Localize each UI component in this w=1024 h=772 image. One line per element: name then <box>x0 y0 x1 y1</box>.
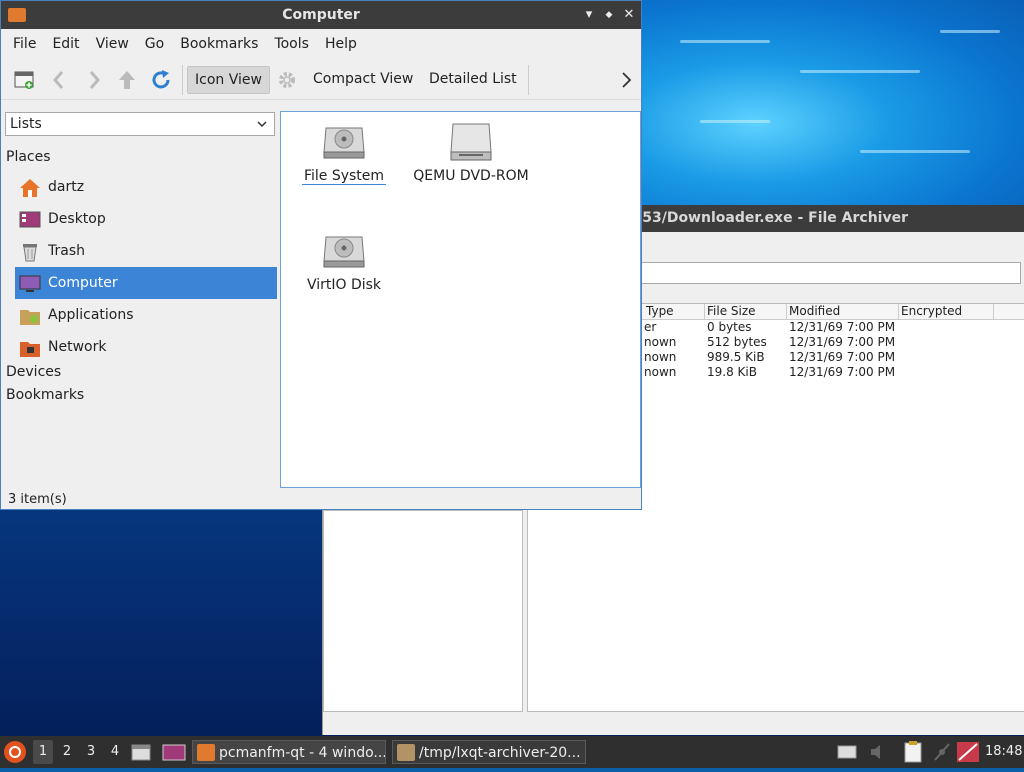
close-button[interactable]: ✕ <box>621 6 637 24</box>
item-label: File System <box>301 168 387 185</box>
harddisk-icon <box>284 231 404 275</box>
menu-tools[interactable]: Tools <box>266 36 317 52</box>
tray-app-icon[interactable] <box>956 740 980 764</box>
network-folder-icon <box>19 338 40 357</box>
detailed-list-button[interactable]: Detailed List <box>422 66 524 92</box>
compact-view-button[interactable]: Compact View <box>306 66 420 92</box>
harddisk-icon <box>284 122 404 166</box>
start-menu-button[interactable] <box>3 740 27 764</box>
task-pcmanfm[interactable]: pcmanfm-qt - 4 windo... <box>192 740 386 764</box>
forward-icon[interactable] <box>83 69 105 91</box>
column-type[interactable]: Type <box>644 304 705 319</box>
column-encrypted[interactable]: Encrypted <box>899 304 994 319</box>
menu-help[interactable]: Help <box>317 36 365 52</box>
toolbar-separator <box>182 65 183 95</box>
sidebar-item-trash[interactable]: Trash <box>15 235 277 267</box>
maximize-button[interactable]: ◆ <box>601 6 617 24</box>
network-status-icon[interactable] <box>932 740 952 764</box>
more-arrow-icon[interactable] <box>615 69 637 91</box>
reload-icon[interactable] <box>150 69 172 91</box>
workspace-4[interactable]: 4 <box>105 740 125 764</box>
home-folder-icon <box>19 178 40 197</box>
window-title: Computer <box>282 7 360 23</box>
clipboard-icon[interactable] <box>902 740 924 764</box>
taskbar: 1 2 3 4 pcmanfm-qt - 4 windo... /tmp/lxq… <box>0 736 1024 768</box>
clock[interactable]: 18:48 <box>985 740 1023 764</box>
item-file-system[interactable]: File System <box>284 122 404 185</box>
toolbar: Icon View Compact View Detailed List <box>1 59 641 100</box>
settings-gear-icon[interactable] <box>276 69 298 91</box>
sidebar-item-network[interactable]: Network <box>15 331 277 363</box>
up-icon[interactable] <box>116 69 138 91</box>
icon-view-button[interactable]: Icon View <box>187 66 270 94</box>
icon-view-area[interactable]: File System QEMU DVD-ROM VirtIO Disk <box>280 111 641 488</box>
task-archiver[interactable]: /tmp/lxqt-archiver-20... <box>392 740 586 764</box>
sidebar-mode-select[interactable]: Lists <box>5 112 275 136</box>
sidebar-item-applications[interactable]: Applications <box>15 299 277 331</box>
show-desktop-icon[interactable] <box>162 740 186 764</box>
devices-heading[interactable]: Devices <box>6 364 61 380</box>
archiver-location-input[interactable] <box>641 262 1021 284</box>
workspace-1[interactable]: 1 <box>33 740 53 764</box>
toolbar-separator <box>528 65 529 95</box>
archive-icon <box>397 744 415 761</box>
workspace-2[interactable]: 2 <box>57 740 77 764</box>
menu-bookmarks[interactable]: Bookmarks <box>172 36 266 52</box>
sidebar-item-dartz[interactable]: dartz <box>15 171 277 203</box>
sidebar-item-desktop[interactable]: Desktop <box>15 203 277 235</box>
menu-go[interactable]: Go <box>137 36 172 52</box>
new-tab-icon[interactable] <box>13 69 35 91</box>
workspace-3[interactable]: 3 <box>81 740 101 764</box>
minimize-button[interactable]: ▾ <box>581 6 597 24</box>
menu-bar: File Edit View Go Bookmarks Tools Help <box>1 29 641 59</box>
status-bar: 3 item(s) <box>8 492 67 507</box>
places-heading[interactable]: Places <box>6 149 51 165</box>
menu-view[interactable]: View <box>88 36 137 52</box>
trash-icon <box>19 242 39 262</box>
item-label: VirtIO Disk <box>306 277 382 293</box>
column-file-size[interactable]: File Size <box>705 304 787 319</box>
desktop-icon <box>19 210 41 228</box>
item-virtio-disk[interactable]: VirtIO Disk <box>284 231 404 293</box>
bookmarks-heading[interactable]: Bookmarks <box>6 387 84 403</box>
applications-folder-icon <box>19 306 40 325</box>
removable-drive-icon[interactable] <box>836 740 858 764</box>
computer-icon <box>19 274 41 292</box>
column-modified[interactable]: Modified <box>787 304 899 319</box>
volume-icon[interactable] <box>868 740 888 764</box>
item-qemu-dvd-rom[interactable]: QEMU DVD-ROM <box>411 122 531 184</box>
desktop-wallpaper <box>640 0 1024 205</box>
optical-drive-icon <box>411 122 531 166</box>
menu-edit[interactable]: Edit <box>44 36 87 52</box>
file-manager-launcher-icon[interactable] <box>131 740 151 764</box>
archiver-folder-pane[interactable] <box>323 510 523 712</box>
item-label: QEMU DVD-ROM <box>413 168 529 184</box>
menu-file[interactable]: File <box>5 36 44 52</box>
folder-icon <box>197 744 215 761</box>
back-icon[interactable] <box>48 69 70 91</box>
sidebar-item-computer[interactable]: Computer <box>15 267 277 299</box>
title-bar[interactable]: Computer ▾ ◆ ✕ <box>1 1 641 29</box>
chevron-down-icon <box>256 113 268 142</box>
file-manager-window[interactable]: Computer ▾ ◆ ✕ File Edit View Go Bookmar… <box>0 0 642 510</box>
